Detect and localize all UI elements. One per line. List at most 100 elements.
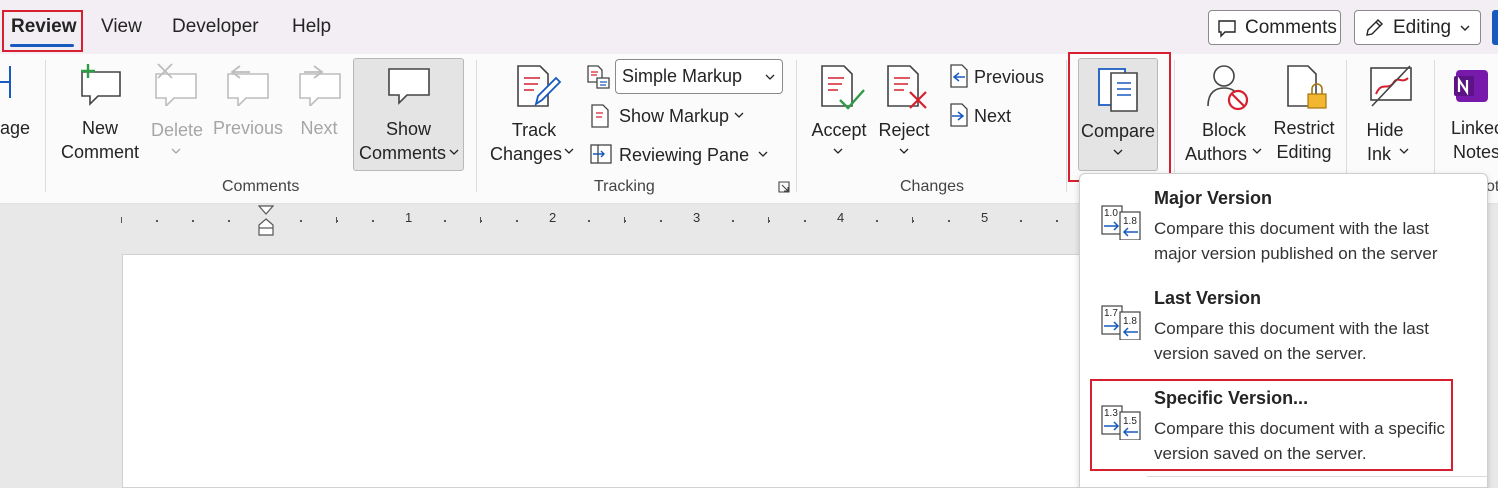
hide-ink-label-2: Ink <box>1366 144 1391 164</box>
new-comment-icon <box>81 64 121 106</box>
show-markup-icon <box>591 104 609 128</box>
version-to-text: 1.8 <box>1123 316 1137 327</box>
show-markup-label: Show Markup <box>619 106 730 126</box>
chevron-down-icon <box>564 148 574 154</box>
delete-label: Delete <box>150 120 204 140</box>
group-separator <box>1066 60 1067 192</box>
chevron-down-icon <box>1399 148 1409 154</box>
changes-group-label: Changes <box>900 178 965 195</box>
restrict-editing-label-1: Restrict <box>1273 118 1335 138</box>
editing-mode-label: Editing <box>1393 16 1452 38</box>
tab-developer[interactable]: Developer <box>172 16 259 38</box>
restrict-editing-icon <box>1287 65 1327 109</box>
menu-item-major-version[interactable]: 1.0 1.8 Major Version Compare this docum… <box>1080 174 1489 270</box>
group-separator <box>476 60 477 192</box>
track-changes-icon <box>517 65 562 107</box>
new-comment-label-2: Comment <box>60 142 140 162</box>
hide-ink-icon <box>1370 65 1412 107</box>
ruler-tick <box>336 217 337 223</box>
show-comments-icon <box>388 68 430 105</box>
chevron-down-icon <box>1252 148 1262 154</box>
ruler-dot <box>228 220 230 222</box>
ruler-dot <box>876 220 878 222</box>
ruler-dot <box>192 220 194 222</box>
chevron-down-icon <box>449 149 459 155</box>
chevron-down-icon <box>899 148 909 154</box>
next-change-label: Next <box>974 106 1012 126</box>
comments-button[interactable]: Comments <box>1208 10 1341 45</box>
comments-button-label: Comments <box>1245 16 1337 38</box>
group-separator <box>796 60 797 192</box>
previous-change-icon <box>950 64 968 88</box>
next-change-icon <box>950 103 968 127</box>
next-comment-label: Next <box>300 118 338 138</box>
ruler-number: 4 <box>837 210 845 225</box>
chevron-down-icon <box>833 148 843 154</box>
menu-item-description: Compare this document with the last vers… <box>1154 319 1429 363</box>
reviewing-pane-icon <box>590 144 612 164</box>
previous-comment-label: Previous <box>212 118 284 138</box>
previous-comment-icon <box>227 65 269 106</box>
block-authors-icon <box>1207 65 1249 111</box>
ruler-dot <box>1056 220 1058 222</box>
onenote-icon <box>1454 70 1488 102</box>
menu-item-last-version[interactable]: 1.7 1.8 Last Version Compare this docume… <box>1080 274 1489 370</box>
restrict-editing-label-2: Editing <box>1276 142 1332 162</box>
editing-mode-button[interactable]: Editing <box>1354 10 1481 45</box>
menu-divider <box>1147 476 1488 477</box>
ruler-tick <box>480 217 481 223</box>
next-comment-icon <box>299 65 341 106</box>
specific-version-highlight <box>1090 379 1453 471</box>
tab-view[interactable]: View <box>101 16 142 38</box>
tab-help[interactable]: Help <box>292 16 331 38</box>
ruler-tick <box>121 217 122 223</box>
chevron-down-icon <box>734 112 744 118</box>
version-to-text: 1.8 <box>1123 216 1137 227</box>
version-from-text: 1.0 <box>1104 208 1118 219</box>
ruler-number: 5 <box>981 210 989 225</box>
show-comments-button[interactable]: Show Comments <box>353 58 464 171</box>
share-button-edge[interactable] <box>1492 10 1498 45</box>
document-page[interactable] <box>122 254 1122 488</box>
hide-ink-label-1: Hide <box>1366 120 1404 140</box>
ruler-dot <box>732 220 734 222</box>
display-for-review-icon <box>587 65 610 89</box>
version-from-text: 1.7 <box>1104 308 1118 319</box>
compare-versions-icon: 1.7 1.8 <box>1101 305 1141 340</box>
reject-label: Reject <box>878 120 930 140</box>
chevron-down-icon <box>1460 25 1470 31</box>
previous-change-label: Previous <box>974 67 1045 87</box>
ruler-number: 3 <box>693 210 701 225</box>
ruler-dot <box>516 220 518 222</box>
comment-icon <box>1218 19 1236 38</box>
comments-group-label: Comments <box>222 178 300 195</box>
track-changes-label-2: Changes <box>489 144 563 164</box>
horizontal-ruler[interactable]: 1 2 3 4 5 <box>0 205 1080 237</box>
accept-label: Accept <box>811 120 867 140</box>
ruler-dot <box>372 220 374 222</box>
ruler-dot <box>1020 220 1022 222</box>
linked-notes-label-1: Linkec <box>1451 118 1498 138</box>
ruler-dot <box>300 220 302 222</box>
track-changes-label-1: Track <box>511 120 557 140</box>
show-comments-label-2: Comments <box>358 143 447 163</box>
ruler-tick <box>912 217 913 223</box>
ruler-dot <box>444 220 446 222</box>
menu-tab-bar: Review View Developer Help Comments Edit… <box>0 0 1498 54</box>
menu-item-title: Major Version <box>1154 188 1273 208</box>
dialog-launcher-icon[interactable] <box>778 181 790 193</box>
compare-versions-icon: 1.0 1.8 <box>1101 205 1141 240</box>
indent-marker-icon[interactable] <box>257 205 275 237</box>
pencil-icon <box>1366 18 1383 36</box>
ruler-dot <box>948 220 950 222</box>
chevron-down-icon <box>758 151 768 157</box>
markup-display-select[interactable]: Simple Markup <box>615 59 783 94</box>
reject-icon <box>887 65 927 109</box>
ruler-number: 2 <box>549 210 557 225</box>
accept-icon <box>821 65 865 110</box>
partial-left-label: age <box>0 118 31 138</box>
chevron-down-icon <box>171 148 181 154</box>
ruler-dot <box>804 220 806 222</box>
delete-comment-icon <box>155 63 197 106</box>
block-authors-label-2: Authors <box>1184 144 1248 164</box>
